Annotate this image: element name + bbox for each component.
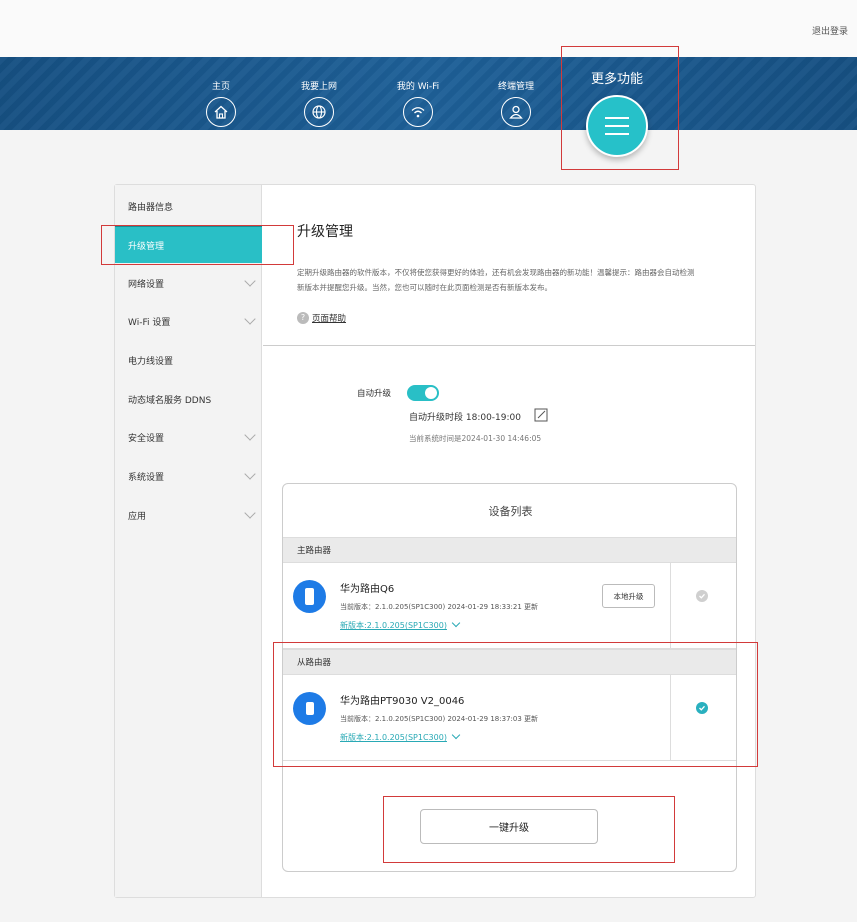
device-current-version: 当前版本：2.1.0.205(SP1C300) 2024-01-29 18:33… bbox=[340, 603, 539, 611]
logout-link[interactable]: 退出登录 bbox=[812, 24, 848, 37]
chevron-down-icon bbox=[244, 313, 256, 325]
page-help-link[interactable]: ? 页面帮助 bbox=[297, 312, 346, 324]
nav-home[interactable]: 主页 bbox=[186, 79, 256, 127]
sidebar-item-system[interactable]: 系统设置 bbox=[115, 457, 262, 495]
auto-upgrade-time: 自动升级时段 18:00-19:00 bbox=[409, 413, 521, 423]
device-row-main: 华为路由Q6 当前版本：2.1.0.205(SP1C300) 2024-01-2… bbox=[283, 563, 736, 649]
globe-icon bbox=[304, 97, 334, 127]
page-title: 升级管理 bbox=[297, 224, 353, 240]
nav-internet[interactable]: 我要上网 bbox=[284, 79, 354, 127]
sidebar-item-powerline[interactable]: 电力线设置 bbox=[115, 341, 262, 379]
page-header: 升级管理 定期升级路由器的软件版本，不仅将使您获得更好的体验，还有机会发现路由器… bbox=[263, 185, 755, 346]
device-current-version: 当前版本：2.1.0.205(SP1C300) 2024-01-29 18:37… bbox=[340, 715, 539, 723]
sidebar-item-label: 安全设置 bbox=[128, 433, 165, 444]
one-click-upgrade-button[interactable]: 一键升级 bbox=[420, 809, 598, 844]
sub-router-header: 从路由器 bbox=[283, 649, 736, 675]
sidebar-item-label: 电力线设置 bbox=[128, 356, 174, 367]
edit-icon[interactable] bbox=[534, 408, 548, 422]
sidebar-item-wifi[interactable]: Wi-Fi 设置 bbox=[115, 302, 262, 340]
system-time: 当前系统时间是2024-01-30 14:46:05 bbox=[409, 434, 542, 443]
sidebar-item-label: 应用 bbox=[128, 511, 147, 522]
sidebar-item-network[interactable]: 网络设置 bbox=[115, 264, 262, 302]
top-bar: 退出登录 bbox=[0, 0, 857, 57]
sidebar-item-label: 网络设置 bbox=[128, 279, 165, 290]
main-router-header: 主路由器 bbox=[283, 537, 736, 563]
chevron-down-icon bbox=[244, 468, 256, 480]
router-device-icon bbox=[293, 580, 326, 613]
nav-more-label: 更多功能 bbox=[590, 72, 643, 87]
sidebar-item-upgrade[interactable]: 升级管理 bbox=[115, 225, 262, 263]
chevron-down-icon bbox=[451, 618, 461, 628]
page-help-label: 页面帮助 bbox=[312, 314, 347, 324]
description-line: 定期升级路由器的软件版本，不仅将使您获得更好的体验，还有机会发现路由器的新功能！… bbox=[297, 268, 695, 277]
device-list-title: 设备列表 bbox=[488, 505, 533, 518]
settings-panel: 路由器信息 升级管理 网络设置 Wi-Fi 设置 电力线设置 动态域名服务 DD… bbox=[114, 184, 756, 898]
sidebar: 路由器信息 升级管理 网络设置 Wi-Fi 设置 电力线设置 动态域名服务 DD… bbox=[115, 185, 262, 897]
check-icon[interactable] bbox=[696, 702, 708, 714]
router-device-icon bbox=[293, 692, 326, 725]
description-line: 新版本并提醒您升级。当然，您也可以随时在此页面检测是否有新版本发布。 bbox=[297, 283, 552, 292]
nav-internet-label: 我要上网 bbox=[300, 82, 337, 92]
device-name: 华为路由Q6 bbox=[340, 584, 395, 595]
device-new-version: 新版本:2.1.0.205(SP1C300) bbox=[340, 733, 447, 742]
sidebar-item-router-info[interactable]: 路由器信息 bbox=[115, 187, 262, 225]
sidebar-item-apps[interactable]: 应用 bbox=[115, 496, 262, 534]
sidebar-item-label: 系统设置 bbox=[128, 472, 165, 483]
device-list: 设备列表 主路由器 华为路由Q6 当前版本：2.1.0.205(SP1C300)… bbox=[282, 483, 737, 872]
sidebar-item-label: 动态域名服务 DDNS bbox=[128, 395, 212, 406]
wifi-icon bbox=[403, 97, 433, 127]
check-icon[interactable] bbox=[696, 590, 708, 602]
nav-devices[interactable]: 终端管理 bbox=[481, 79, 551, 127]
sidebar-item-ddns[interactable]: 动态域名服务 DDNS bbox=[115, 380, 262, 418]
chevron-down-icon bbox=[244, 429, 256, 441]
sidebar-item-label: 路由器信息 bbox=[128, 202, 174, 213]
auto-upgrade-toggle[interactable] bbox=[407, 385, 439, 401]
local-upgrade-button[interactable]: 本地升级 bbox=[602, 584, 655, 608]
device-new-version: 新版本:2.1.0.205(SP1C300) bbox=[340, 621, 447, 630]
nav-wifi[interactable]: 我的 Wi-Fi bbox=[383, 79, 453, 127]
sidebar-item-security[interactable]: 安全设置 bbox=[115, 418, 262, 456]
chevron-down-icon bbox=[244, 507, 256, 519]
page-description: 定期升级路由器的软件版本，不仅将使您获得更好的体验，还有机会发现路由器的新功能！… bbox=[297, 265, 737, 295]
device-new-version-link[interactable]: 新版本:2.1.0.205(SP1C300) bbox=[340, 618, 461, 631]
device-name: 华为路由PT9030 V2_0046 bbox=[340, 696, 465, 707]
chevron-down-icon bbox=[244, 275, 256, 287]
home-icon bbox=[206, 97, 236, 127]
nav-wifi-label: 我的 Wi-Fi bbox=[396, 82, 440, 92]
main-nav: 主页 我要上网 我的 Wi-Fi 终端管理 bbox=[0, 57, 857, 130]
sidebar-item-label: 升级管理 bbox=[128, 241, 165, 252]
nav-home-label: 主页 bbox=[211, 82, 230, 92]
user-icon bbox=[501, 97, 531, 127]
sidebar-item-label: Wi-Fi 设置 bbox=[128, 317, 171, 328]
nav-devices-label: 终端管理 bbox=[497, 82, 534, 92]
menu-icon[interactable] bbox=[586, 95, 648, 157]
chevron-down-icon bbox=[451, 730, 461, 740]
question-icon: ? bbox=[297, 312, 309, 324]
device-row-sub: 华为路由PT9030 V2_0046 当前版本：2.1.0.205(SP1C30… bbox=[283, 675, 736, 761]
device-new-version-link[interactable]: 新版本:2.1.0.205(SP1C300) bbox=[340, 730, 461, 743]
auto-upgrade-label: 自动升级 bbox=[357, 389, 392, 399]
